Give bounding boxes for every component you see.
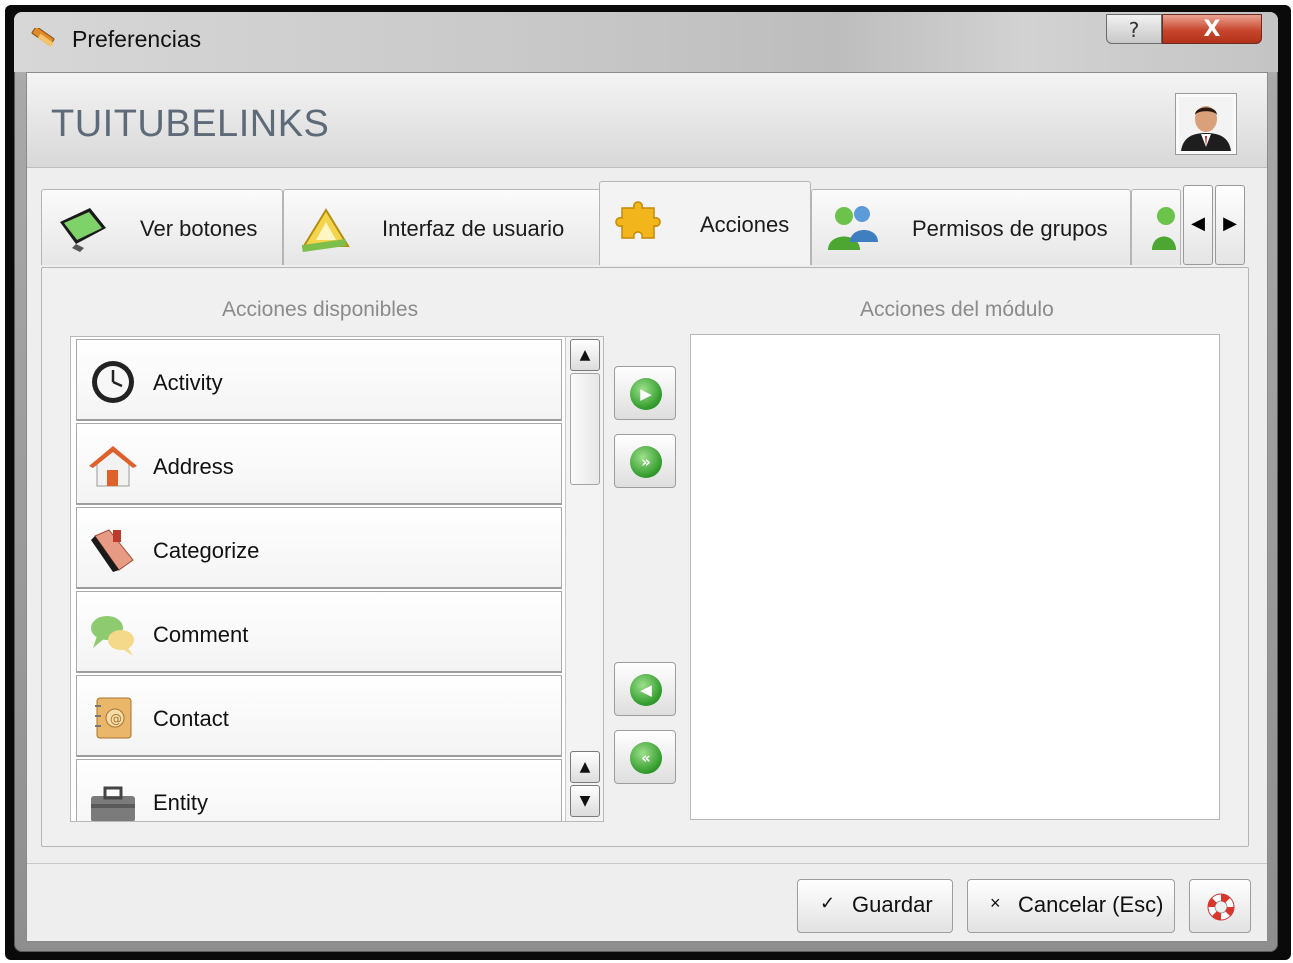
app-name: TUITUBELINKS: [51, 103, 330, 145]
scroll-up-button-lower[interactable]: ▲: [570, 751, 600, 783]
scroll-down-button[interactable]: ▼: [570, 785, 600, 817]
svg-text:@: @: [110, 712, 122, 726]
fast-forward-icon: »: [630, 446, 662, 478]
vertical-scrollbar[interactable]: ▲ ▲ ▼: [565, 337, 603, 821]
list-item-activity[interactable]: Activity: [76, 339, 562, 421]
rewind-icon: «: [630, 742, 662, 774]
list-item-categorize[interactable]: Categorize: [76, 507, 562, 589]
tab-interfaz-de-usuario[interactable]: Interfaz de usuario: [283, 189, 601, 265]
item-label: Contact: [153, 706, 229, 731]
user-avatar[interactable]: [1175, 93, 1237, 155]
avatar-image: [1179, 97, 1233, 151]
list-item-contact[interactable]: @ Contact: [76, 675, 562, 757]
close-x-icon: ×: [990, 893, 1001, 913]
remove-all-button[interactable]: «: [614, 730, 676, 784]
house-icon: [89, 446, 137, 487]
item-label: Entity: [153, 790, 209, 815]
puzzle-icon: [615, 201, 661, 239]
tab-label: Permisos de grupos: [912, 216, 1108, 241]
list-item-comment[interactable]: Comment: [76, 591, 562, 673]
users-group-icon: [828, 206, 878, 250]
module-title: Acciones del módulo: [860, 298, 1054, 321]
module-actions-list[interactable]: [690, 334, 1220, 820]
tab-ver-botones[interactable]: Ver botones: [41, 189, 283, 265]
briefcase-icon: [91, 786, 135, 821]
tab-label: Interfaz de usuario: [382, 216, 565, 241]
scroll-up-button[interactable]: ▲: [570, 339, 600, 371]
lifebuoy-icon: [1207, 893, 1235, 921]
available-title: Acciones disponibles: [222, 298, 419, 321]
check-icon: ✓: [820, 893, 836, 913]
book-icon: [91, 529, 134, 572]
title-bar[interactable]: Preferencias ? X: [14, 12, 1278, 72]
help-button[interactable]: ?: [1106, 14, 1162, 44]
user-icon: [1152, 207, 1176, 250]
tab-label: Acciones: [700, 212, 790, 237]
item-label: Address: [153, 454, 234, 479]
close-button[interactable]: X: [1162, 14, 1262, 44]
cancel-button[interactable]: × Cancelar (Esc): [967, 879, 1175, 933]
save-label: Guardar: [852, 892, 933, 917]
cancel-label: Cancelar (Esc): [1018, 892, 1164, 917]
window-title: Preferencias: [72, 26, 202, 52]
remove-selected-button[interactable]: ◀: [614, 662, 676, 716]
preferences-window: Preferencias ? X TUITUBELINKS Ver botone…: [14, 12, 1278, 952]
tab-acciones[interactable]: Acciones: [599, 181, 811, 265]
save-button[interactable]: ✓ Guardar: [797, 879, 953, 933]
speech-bubbles-icon: [91, 616, 134, 656]
drafting-tools-icon: [301, 208, 350, 253]
help-lifebuoy-button[interactable]: [1189, 879, 1251, 933]
address-book-icon: @: [95, 697, 132, 739]
ruler-pencil-icon: [31, 28, 55, 48]
clock-icon: [92, 361, 134, 403]
monitor-icon: [60, 208, 106, 252]
play-icon: ▶: [630, 378, 662, 410]
list-item-address[interactable]: Address: [76, 423, 562, 505]
play-back-icon: ◀: [630, 674, 662, 706]
item-label: Comment: [153, 622, 249, 647]
header-band: TUITUBELINKS: [27, 73, 1267, 168]
footer-separator: [27, 863, 1267, 864]
item-label: Categorize: [153, 538, 260, 563]
add-selected-button[interactable]: ▶: [614, 366, 676, 420]
add-all-button[interactable]: »: [614, 434, 676, 488]
tab-permisos-de-grupos[interactable]: Permisos de grupos: [811, 189, 1131, 265]
tab-label: Ver botones: [140, 216, 258, 241]
acciones-panel: Acciones disponibles Acciones del módulo…: [41, 267, 1249, 847]
tab-partial[interactable]: [1131, 189, 1181, 265]
tab-strip: Ver botones Interfaz de usuario Acciones: [41, 181, 1251, 269]
dialog-client: TUITUBELINKS Ver botones Interfaz de usu…: [26, 72, 1268, 942]
tab-scroll-left[interactable]: ◀: [1183, 185, 1213, 265]
list-item-entity[interactable]: Entity: [76, 759, 562, 821]
available-actions-list[interactable]: Activity Address Categorize Comment @ Co…: [70, 336, 604, 822]
scroll-thumb[interactable]: [570, 373, 600, 485]
item-label: Activity: [153, 370, 223, 395]
tab-scroll-right[interactable]: ▶: [1215, 185, 1245, 265]
